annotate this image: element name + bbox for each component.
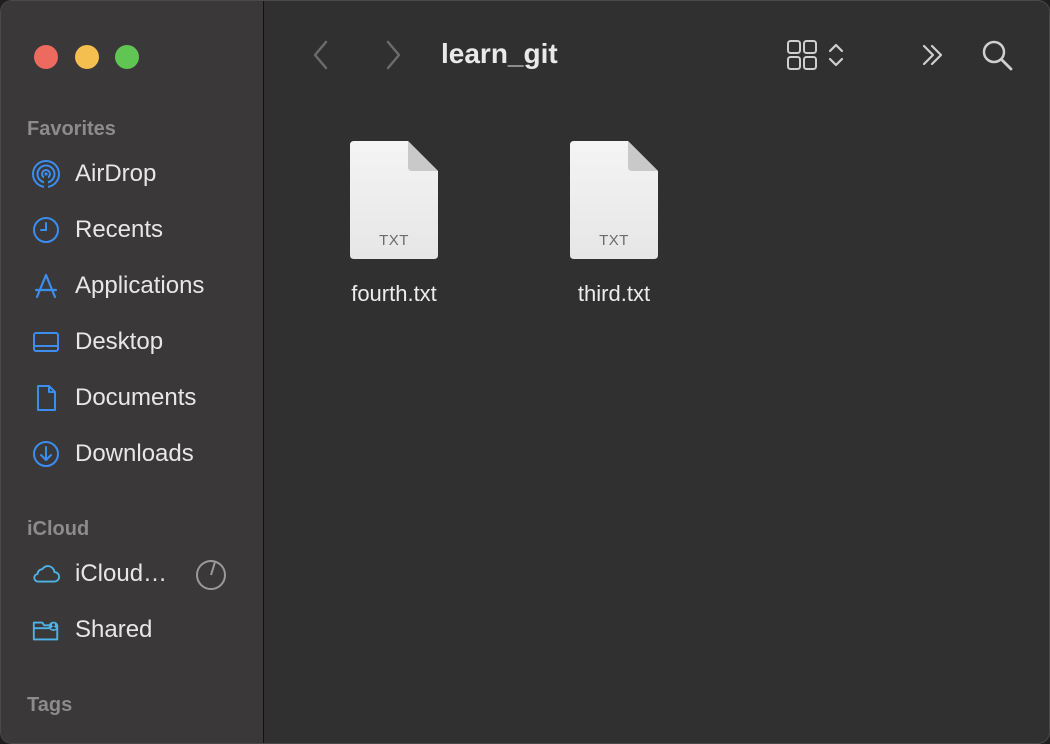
sidebar-item-label: Desktop — [75, 328, 164, 355]
sidebar-item-documents[interactable]: Documents — [21, 376, 251, 420]
maximize-window-button[interactable] — [115, 45, 139, 69]
file-item[interactable]: TXT fourth.txt — [319, 139, 469, 314]
file-item[interactable]: TXT third.txt — [539, 139, 689, 314]
sidebar-item-label: iCloud… — [75, 560, 168, 587]
finder-window: Favorites AirDrop Recents Applications D… — [0, 0, 1050, 744]
sidebar-item-label: Recents — [75, 216, 164, 243]
sidebar-item-label: Downloads — [75, 440, 194, 467]
document-icon — [31, 383, 61, 413]
sidebar-item-downloads[interactable]: Downloads — [21, 432, 251, 476]
airdrop-icon — [31, 159, 61, 189]
file-type-label: TXT — [379, 232, 409, 249]
search-icon — [979, 37, 1015, 78]
tags-section-title: Tags — [27, 694, 73, 716]
clock-icon — [31, 215, 61, 245]
file-name: fourth.txt — [351, 281, 437, 306]
more-toolbar-items-button[interactable] — [915, 39, 951, 75]
view-options-button[interactable] — [777, 37, 853, 77]
sidebar-item-label: Documents — [75, 384, 197, 411]
file-name: third.txt — [577, 281, 651, 306]
sidebar-item-label: Shared — [75, 616, 153, 643]
sidebar-item-applications[interactable]: Applications — [21, 264, 251, 308]
forward-button[interactable] — [377, 37, 409, 77]
back-button[interactable] — [305, 37, 337, 77]
download-icon — [31, 439, 61, 469]
file-type-label: TXT — [599, 232, 629, 249]
sync-progress-icon — [195, 559, 227, 591]
chevron-right-icon — [383, 39, 403, 76]
sidebar-item-label: AirDrop — [75, 160, 157, 187]
double-chevron-right-icon — [918, 40, 948, 75]
cloud-icon — [31, 559, 61, 589]
sidebar-item-desktop[interactable]: Desktop — [21, 320, 251, 364]
sidebar-item-airdrop[interactable]: AirDrop — [21, 152, 251, 196]
sidebar-item-label: Applications — [75, 272, 205, 299]
sidebar: Favorites AirDrop Recents Applications D… — [1, 1, 264, 743]
sidebar-item-recents[interactable]: Recents — [21, 208, 251, 252]
window-title: learn_git — [441, 38, 558, 69]
desktop-icon — [31, 327, 61, 357]
applications-icon — [31, 271, 61, 301]
close-window-button[interactable] — [34, 45, 58, 69]
sidebar-item-shared[interactable]: Shared — [21, 608, 251, 652]
grid-view-icon — [785, 38, 819, 77]
minimize-window-button[interactable] — [75, 45, 99, 69]
chevron-left-icon — [311, 39, 331, 76]
search-button[interactable] — [977, 37, 1017, 77]
icloud-section-title: iCloud — [27, 518, 90, 540]
shared-folder-icon — [31, 615, 61, 645]
chevron-up-down-icon — [827, 40, 845, 75]
favorites-section-title: Favorites — [27, 118, 116, 140]
